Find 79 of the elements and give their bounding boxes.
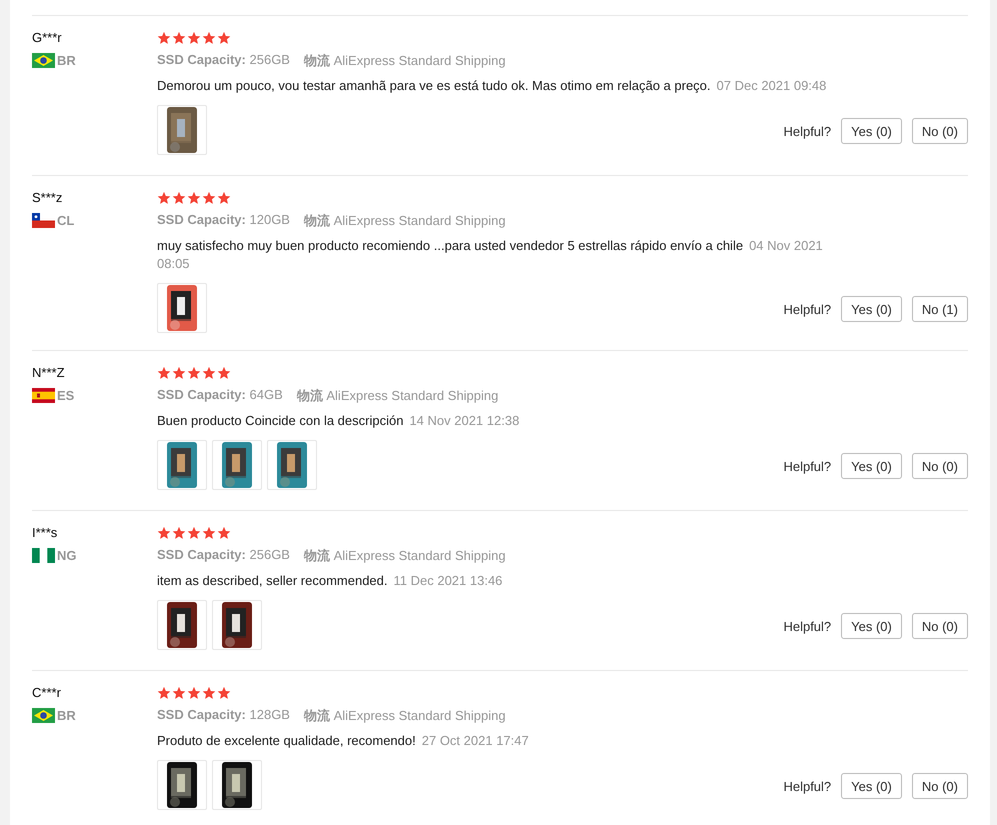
yes-button[interactable]: Yes (0) (841, 296, 902, 322)
star-icon (217, 191, 231, 205)
star-icon (157, 191, 171, 205)
star-icon (157, 686, 171, 700)
shipping-text: 物流 AliExpress Standard Shipping (296, 387, 498, 405)
country-code: ES (57, 388, 74, 403)
helpful-label: Helpful? (783, 302, 832, 316)
review-comment: Produto de excelente qualidade, recomendo! 27 Oct 2021 17:47 (157, 732, 530, 750)
star-icon (187, 686, 201, 700)
helpful-label: Helpful? (783, 458, 832, 474)
star-icon (172, 526, 186, 540)
reviewer-name: C***r (32, 685, 62, 700)
reviewer-name: I***s (32, 525, 58, 540)
capacity-text: SSD Capacity: 64GB (157, 387, 283, 404)
flag-icon (32, 708, 55, 723)
star-icon (172, 191, 186, 205)
star-icon (172, 31, 186, 45)
no-button[interactable]: No (0) (912, 773, 968, 799)
photo-thumbnail[interactable] (157, 283, 207, 333)
flag-icon (32, 388, 55, 403)
country-code: NG (57, 548, 76, 563)
flag-icon (32, 213, 55, 228)
star-icon (187, 526, 201, 540)
review-comment: Buen producto Coincide con la descripción 14 Nov 2021 12:38 (157, 412, 520, 430)
star-icon (187, 191, 201, 205)
flag-icon (32, 53, 55, 68)
yes-button[interactable]: Yes (0) (841, 118, 902, 144)
star-icon (217, 366, 231, 380)
capacity-text: SSD Capacity: 128GB (157, 707, 290, 724)
star-icon (202, 191, 216, 205)
yes-button[interactable]: Yes (0) (841, 613, 902, 639)
capacity-text: SSD Capacity: 256GB (157, 547, 290, 564)
star-icon (157, 526, 171, 540)
capacity-text: SSD Capacity: 120GB (157, 212, 290, 229)
star-icon (202, 686, 216, 700)
country-code: BR (57, 53, 76, 68)
country-code: BR (57, 708, 76, 723)
review-comment: Demorou um pouco, vou testar amanhã para ve es está tudo ok. Mas otimo em relação a preço. 07 Dec 2021 09:48 (157, 77, 828, 95)
star-icon (217, 526, 231, 540)
helpful-label: Helpful? (783, 778, 832, 794)
helpful-label: Helpful? (783, 124, 832, 138)
star-icon (217, 31, 231, 45)
shipping-text: 物流 AliExpress Standard Shipping (304, 707, 506, 725)
photo-thumbnail[interactable] (267, 440, 317, 490)
review-comment: muy satisfecho muy buen producto recomiendo ...para usted vendedor 5 estrellas rápido envío a chile 04 Nov 2021 08:05 (157, 237, 824, 273)
star-icon (157, 31, 171, 45)
shipping-text: 物流 AliExpress Standard Shipping (304, 547, 506, 565)
shipping-text: 物流 AliExpress Standard Shipping (304, 212, 506, 230)
photo-thumbnail[interactable] (212, 600, 262, 650)
photo-thumbnail[interactable] (157, 600, 207, 650)
reviewer-name: N***Z (32, 365, 66, 380)
review-comment: item as described, seller recommended. 11 Dec 2021 13:46 (157, 572, 504, 590)
star-icon (157, 366, 171, 380)
photo-thumbnail[interactable] (157, 105, 207, 155)
star-icon (172, 366, 186, 380)
star-icon (202, 31, 216, 45)
star-icon (187, 366, 201, 380)
photo-thumbnail[interactable] (157, 760, 207, 810)
no-button[interactable]: No (0) (912, 118, 968, 144)
helpful-label: Helpful? (783, 618, 832, 634)
yes-button[interactable]: Yes (0) (841, 773, 902, 799)
star-icon (172, 686, 186, 700)
photo-thumbnail[interactable] (212, 760, 262, 810)
star-icon (202, 366, 216, 380)
no-button[interactable]: No (0) (912, 453, 968, 479)
capacity-text: SSD Capacity: 256GB (157, 52, 290, 69)
reviewer-name: S***z (32, 190, 64, 205)
photo-thumbnail[interactable] (157, 440, 207, 490)
reviewer-name: G***r (32, 30, 63, 45)
no-button[interactable]: No (0) (912, 613, 968, 639)
star-icon (217, 686, 231, 700)
no-button[interactable]: No (1) (912, 296, 968, 322)
star-icon (187, 31, 201, 45)
shipping-text: 物流 AliExpress Standard Shipping (304, 52, 506, 70)
flag-icon (32, 548, 55, 563)
yes-button[interactable]: Yes (0) (841, 453, 902, 479)
star-icon (202, 526, 216, 540)
country-code: CL (57, 213, 74, 228)
photo-thumbnail[interactable] (212, 440, 262, 490)
